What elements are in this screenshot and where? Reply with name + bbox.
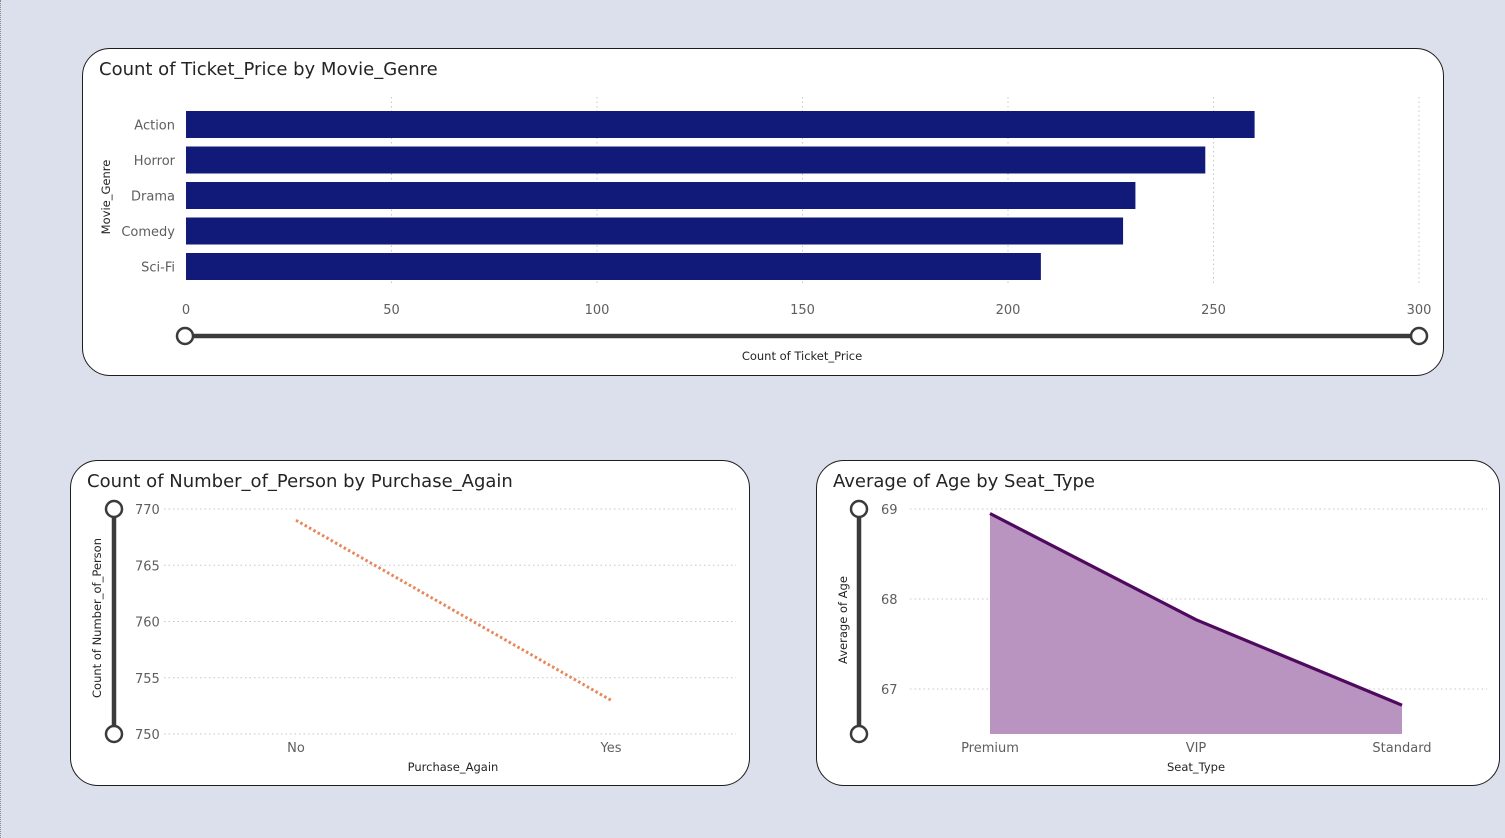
genre-bar-chart: 0 50 100 150 200 250 300 Action Horror Drama Comed…: [99, 97, 1432, 363]
seat-area-chart: 67 68 69 Premium VIP Standard Average of Age Se…: [836, 499, 1487, 774]
x-range-slider-handle-start[interactable]: [175, 326, 195, 346]
x-axis-title: Purchase_Again: [408, 760, 499, 774]
x-tick-label: 250: [1201, 303, 1226, 318]
x-axis-title: Count of Ticket_Price: [742, 349, 862, 363]
y-range-slider-handle-start[interactable]: [104, 499, 124, 519]
series-line[interactable]: [295, 518, 612, 702]
x-axis-title: Seat_Type: [1167, 760, 1225, 774]
y-axis-title: Count of Number_of_Person: [90, 538, 104, 698]
x-tick-label: 0: [182, 303, 190, 318]
x-tick-label: 200: [996, 303, 1021, 318]
y-tick-label: 760: [135, 616, 160, 631]
bar[interactable]: [186, 111, 1255, 138]
x-tick-label: VIP: [1186, 741, 1207, 756]
x-tick-label: 300: [1407, 303, 1432, 318]
bar[interactable]: [186, 182, 1136, 209]
y-tick-label: 69: [881, 503, 898, 518]
seat-chart-card[interactable]: Average of Age by Seat_Type 67 68 69 Premiu…: [816, 460, 1500, 786]
y-tick-label: 750: [135, 728, 160, 743]
y-range-slider-handle-end[interactable]: [104, 724, 124, 744]
x-tick-label: Premium: [961, 741, 1019, 756]
x-tick-label: No: [287, 741, 305, 756]
y-axis-title: Average of Age: [836, 576, 850, 664]
y-range-slider-handle-end[interactable]: [849, 724, 869, 744]
bar[interactable]: [186, 217, 1124, 245]
purchase-chart-card[interactable]: Count of Number_of_Person by Purchase_Ag…: [70, 460, 750, 786]
y-tick-label: 68: [881, 593, 898, 608]
x-tick-label: 150: [790, 303, 815, 318]
y-tick-label: Drama: [131, 190, 175, 205]
x-tick-label: 50: [383, 303, 400, 318]
y-range-slider-handle-start[interactable]: [849, 499, 869, 519]
bar[interactable]: [186, 253, 1041, 280]
x-tick-label: Yes: [600, 741, 622, 756]
x-range-slider-handle-end[interactable]: [1409, 326, 1429, 346]
y-tick-label: 765: [135, 559, 160, 574]
y-axis-title: Movie_Genre: [99, 160, 113, 235]
x-tick-label: 100: [585, 303, 610, 318]
purchase-line-chart: 750 755 760 765 770 No Yes Count of Number_of_P…: [90, 499, 736, 774]
y-tick-label: Sci-Fi: [141, 261, 175, 276]
y-tick-label: 755: [135, 672, 160, 687]
y-tick-label: 67: [881, 683, 898, 698]
y-tick-label: Action: [134, 119, 175, 134]
y-tick-label: Comedy: [121, 225, 175, 240]
bar[interactable]: [186, 146, 1206, 174]
x-tick-label: Standard: [1372, 741, 1431, 756]
y-tick-label: 770: [135, 503, 160, 518]
page-edge: [0, 0, 2, 838]
y-tick-label: Horror: [134, 154, 176, 169]
genre-chart-card[interactable]: Count of Ticket_Price by Movie_Genre 0 50…: [82, 48, 1444, 376]
